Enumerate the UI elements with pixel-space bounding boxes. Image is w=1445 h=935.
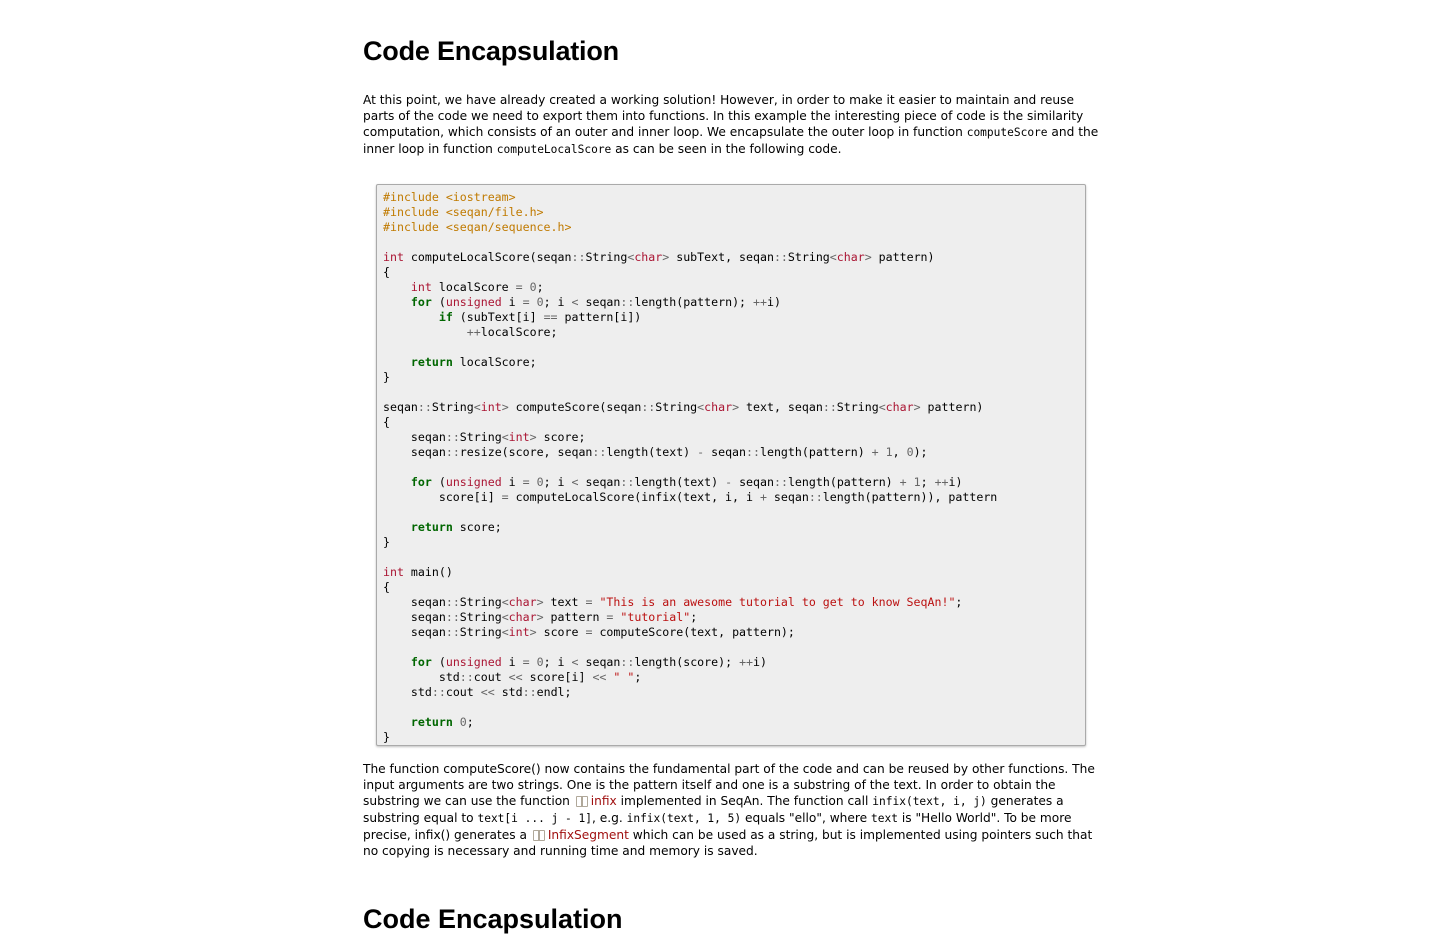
outro-code-text-range: text[i ... j - 1] — [477, 812, 592, 825]
intro-paragraph: At this point, we have already created a… — [363, 92, 1103, 158]
outro-code-text: text — [871, 812, 898, 825]
infix-link[interactable]: infix — [574, 794, 617, 808]
intro-code-computescore: computeScore — [966, 126, 1048, 139]
outro-code-infix-call: infix(text, i, j) — [872, 795, 987, 808]
infix-link-label: infix — [590, 794, 617, 808]
intro-code-computelocalscore: computeLocalScore — [496, 143, 612, 156]
intro-text-3: as can be seen in the following code. — [611, 142, 842, 156]
outro-code-infix-example: infix(text, 1, 5) — [626, 812, 742, 825]
outro-text-4: , e.g. — [591, 811, 627, 825]
code-listing: #include <iostream> #include <seqan/file… — [383, 190, 998, 744]
code-block[interactable]: #include <iostream> #include <seqan/file… — [376, 184, 1086, 746]
infixsegment-link-label: InfixSegment — [547, 828, 629, 842]
outro-text-5: equals "ello", where — [741, 811, 872, 825]
book-icon — [532, 830, 545, 841]
book-icon — [575, 796, 588, 807]
infixsegment-link[interactable]: InfixSegment — [531, 828, 629, 842]
outro-text-2: implemented in SeqAn. The function call — [616, 794, 873, 808]
page-title: Code Encapsulation — [363, 36, 619, 66]
outro-paragraph: The function computeScore() now contains… — [363, 761, 1103, 859]
next-section-heading: Code Encapsulation — [363, 904, 623, 934]
